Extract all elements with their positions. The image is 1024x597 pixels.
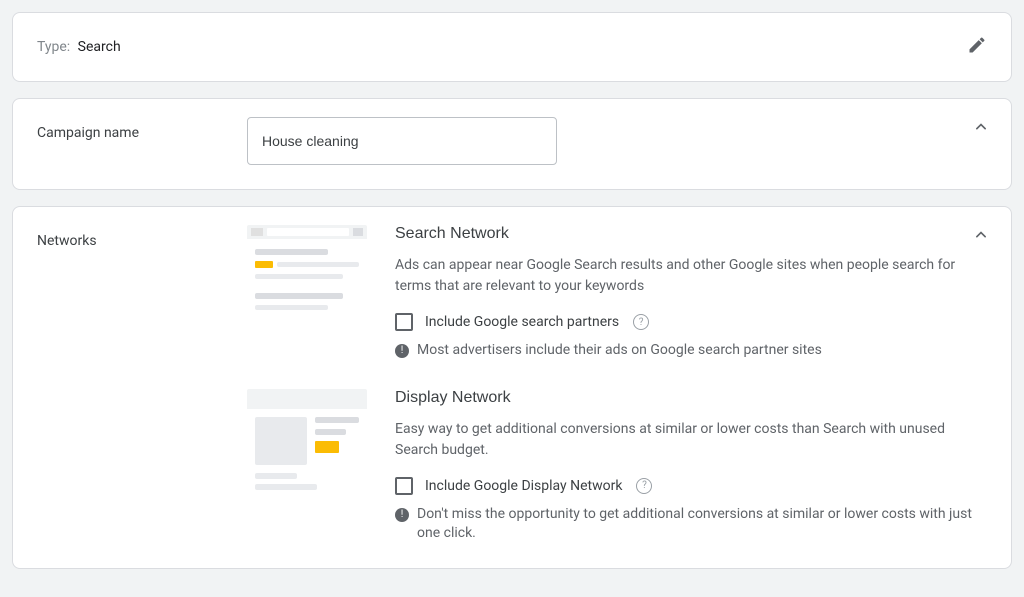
campaign-name-input[interactable] xyxy=(247,117,557,165)
display-network-help-icon[interactable]: ? xyxy=(636,478,652,494)
search-partners-help-icon[interactable]: ? xyxy=(633,314,649,330)
search-network-desc: Ads can appear near Google Search result… xyxy=(395,255,987,297)
include-display-network-label: Include Google Display Network xyxy=(425,478,622,494)
display-network-block: Display Network Easy way to get addition… xyxy=(247,389,987,544)
search-network-block: Search Network Ads can appear near Googl… xyxy=(247,225,987,361)
type-label: Type: xyxy=(37,39,70,55)
edit-type-icon[interactable] xyxy=(967,35,987,59)
networks-card: Networks xyxy=(12,206,1012,569)
search-network-title: Search Network xyxy=(395,225,987,243)
info-icon: ! xyxy=(395,508,409,522)
type-text: Type: Search xyxy=(37,39,121,55)
collapse-campaign-name-icon[interactable] xyxy=(971,117,991,141)
collapse-networks-icon[interactable] xyxy=(971,225,991,249)
include-display-network-checkbox[interactable] xyxy=(395,477,413,495)
display-network-hint: Don't miss the opportunity to get additi… xyxy=(417,505,987,544)
campaign-name-label: Campaign name xyxy=(37,117,247,141)
campaign-type-card: Type: Search xyxy=(12,12,1012,82)
display-network-desc: Easy way to get additional conversions a… xyxy=(395,419,987,461)
include-search-partners-label: Include Google search partners xyxy=(425,314,619,330)
type-value: Search xyxy=(78,39,121,55)
info-icon: ! xyxy=(395,344,409,358)
display-network-title: Display Network xyxy=(395,389,987,407)
display-network-illustration xyxy=(247,389,367,489)
include-search-partners-checkbox[interactable] xyxy=(395,313,413,331)
networks-label: Networks xyxy=(37,225,247,249)
search-network-hint: Most advertisers include their ads on Go… xyxy=(417,341,822,361)
search-network-illustration xyxy=(247,225,367,325)
campaign-name-card: Campaign name xyxy=(12,98,1012,190)
